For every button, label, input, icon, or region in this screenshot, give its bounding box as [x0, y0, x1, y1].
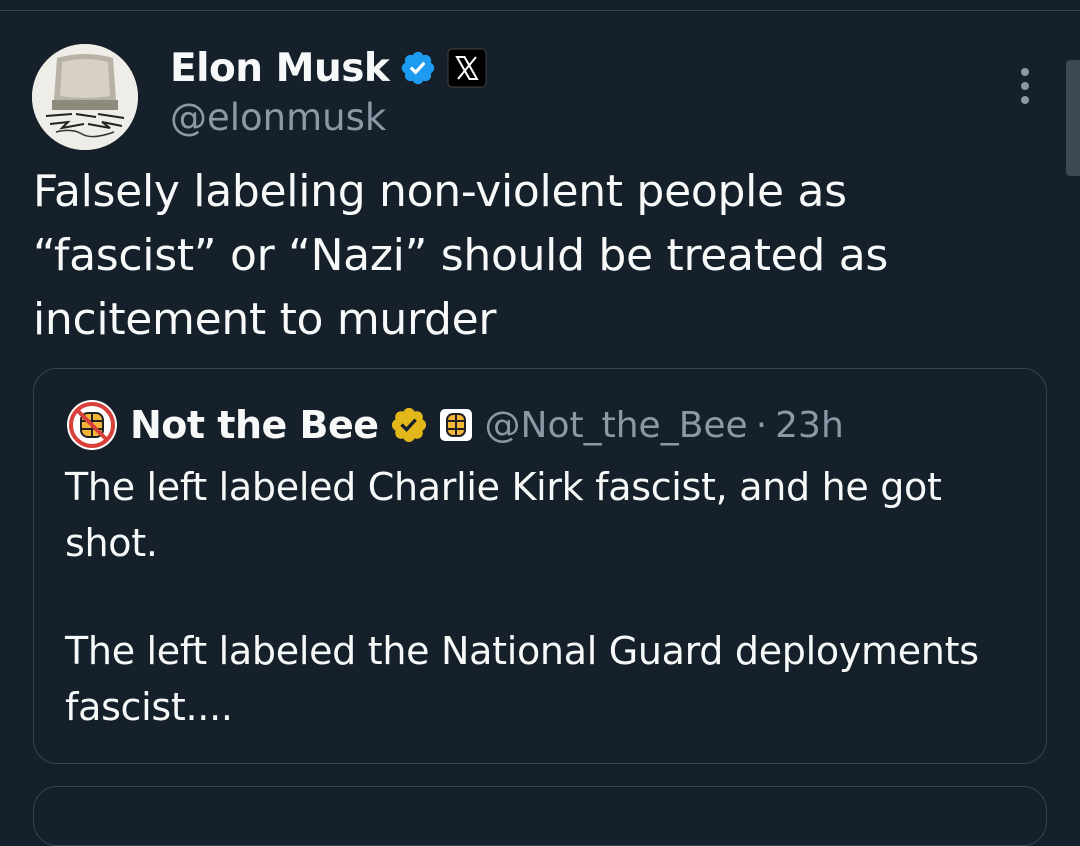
quoted-paragraph: The left labeled Charlie Kirk fascist, a… — [65, 465, 942, 565]
divider — [0, 10, 1080, 11]
quoted-author-name[interactable]: Not the Bee — [130, 403, 379, 447]
dot-separator: · — [755, 404, 768, 446]
x-logo-icon — [447, 48, 487, 88]
author-avatar[interactable] — [32, 44, 138, 150]
scrollbar-thumb[interactable] — [1066, 60, 1080, 176]
quoted-author-avatar[interactable] — [66, 399, 118, 451]
next-card-partial[interactable] — [33, 786, 1047, 846]
author-name[interactable]: Elon Musk — [170, 46, 390, 91]
quoted-tweet-text: The left labeled Charlie Kirk fascist, a… — [65, 459, 1025, 735]
more-options-button[interactable] — [1010, 66, 1040, 106]
tweet-text: Falsely labeling non-violent people as “… — [33, 166, 889, 345]
more-vertical-icon — [1021, 68, 1029, 104]
quoted-paragraph: The left labeled the National Guard depl… — [65, 629, 979, 729]
quoted-tweet-time[interactable]: 23h — [775, 405, 844, 446]
author-name-row: Elon Musk — [170, 44, 487, 92]
verified-badge-icon — [399, 49, 437, 87]
quoted-tweet-header: Not the Bee @Not_the_Bee · 23h — [66, 399, 844, 451]
tweet: Elon Musk @elonmusk Falsely labeling non… — [0, 0, 1080, 846]
gold-verified-badge-icon — [389, 405, 429, 445]
quoted-tweet-card[interactable]: Not the Bee @Not_the_Bee · 23h The left … — [33, 368, 1047, 764]
author-handle[interactable]: @elonmusk — [170, 96, 386, 139]
affiliate-bee-icon — [439, 408, 473, 442]
quoted-author-handle[interactable]: @Not_the_Bee — [485, 405, 748, 446]
